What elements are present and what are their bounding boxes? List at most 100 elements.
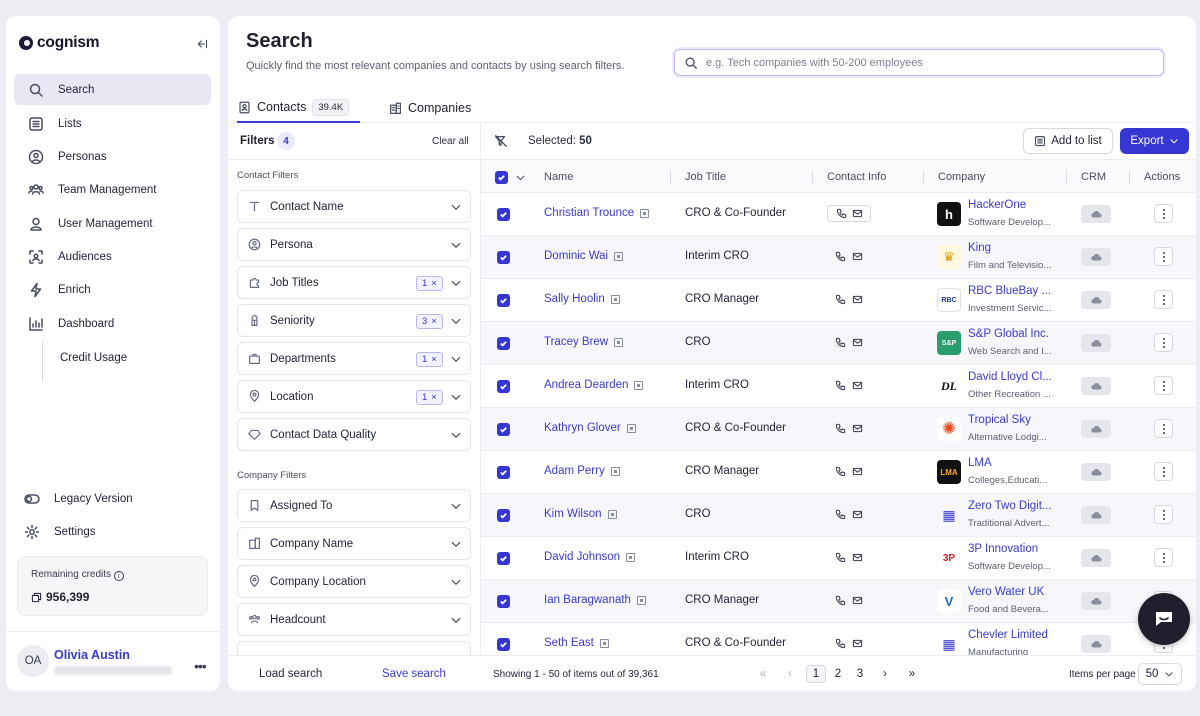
save-search-button[interactable]: Save search [382,668,446,680]
contact-name-link[interactable]: Ian Baragwanath [544,594,646,606]
more-options-icon[interactable]: ••• [194,658,207,674]
row-checkbox[interactable] [497,466,510,479]
phone-icon[interactable] [835,337,846,348]
items-per-page-select[interactable]: 50 [1138,663,1182,685]
sidebar-item-team-management[interactable]: Team Management [14,174,211,205]
sidebar-item-dashboard[interactable]: Dashboard [14,308,211,339]
row-actions-button[interactable] [1154,419,1173,438]
row-actions-button[interactable] [1154,204,1173,223]
phone-icon[interactable] [835,294,846,305]
sidebar-item-settings[interactable]: Settings [14,516,211,547]
phone-icon[interactable] [835,423,846,434]
crm-status-button[interactable] [1081,334,1111,352]
clear-all-button[interactable]: Clear all [432,136,469,147]
sidebar-item-audiences[interactable]: Audiences [14,241,211,272]
crm-status-button[interactable] [1081,506,1111,524]
linkedin-icon[interactable] [614,337,624,347]
row-checkbox[interactable] [497,638,510,651]
ai-search-bar[interactable] [674,49,1164,76]
filter-count-badge[interactable]: 1 × [416,390,443,405]
contact-name-link[interactable]: Christian Trounce [544,207,650,219]
prev-page-button[interactable]: ‹ [780,665,800,683]
table-row[interactable]: Ian Baragwanath CRO Manager V Vero Water UK… [481,580,1196,623]
clear-selection-icon[interactable] [494,134,508,148]
phone-icon[interactable] [835,638,846,649]
sidebar-item-lists[interactable]: Lists [14,108,211,139]
contact-name-link[interactable]: Seth East [544,637,609,649]
column-header-contact-info[interactable]: Contact Info [827,171,886,183]
row-actions-button[interactable] [1154,462,1173,481]
export-button[interactable]: Export [1120,128,1189,154]
linkedin-icon[interactable] [626,552,636,562]
crm-status-button[interactable] [1081,248,1111,266]
contact-name-link[interactable]: Kim Wilson [544,508,617,520]
tab-companies[interactable]: Companies [389,93,471,123]
table-row[interactable]: Andrea Dearden Interim CRO DL David Lloyd C… [481,365,1196,408]
company-name-link[interactable]: S&P Global Inc. [968,328,1049,340]
filter-job-titles[interactable]: Job Titles 1 × [237,266,471,299]
first-page-button[interactable]: « [753,665,773,683]
contact-name-link[interactable]: David Johnson [544,551,636,563]
email-icon[interactable] [852,380,863,391]
company-name-link[interactable]: King [968,242,991,254]
row-checkbox[interactable] [497,380,510,393]
remove-icon[interactable]: × [431,316,437,327]
sidebar-item-enrich[interactable]: Enrich [14,274,211,305]
add-to-list-button[interactable]: Add to list [1023,128,1113,154]
filter-assigned-to[interactable]: Assigned To [237,489,471,522]
contact-name-link[interactable]: Adam Perry [544,465,620,477]
table-row[interactable]: Kim Wilson CRO ▦ Zero Two Digit... Tradition… [481,494,1196,537]
email-icon[interactable] [852,552,863,563]
select-all-checkbox[interactable] [495,171,508,184]
contact-name-link[interactable]: Andrea Dearden [544,379,644,391]
sidebar-item-search[interactable]: Search [14,74,211,105]
email-icon[interactable] [852,595,863,606]
email-icon[interactable] [852,509,863,520]
row-actions-button[interactable] [1154,505,1173,524]
collapse-sidebar-icon[interactable] [196,38,208,50]
row-actions-button[interactable] [1154,548,1173,567]
filter-company-location[interactable]: Company Location [237,565,471,598]
table-row[interactable]: Adam Perry CRO Manager LMA LMA Colleges,Educ… [481,451,1196,494]
email-icon[interactable] [852,423,863,434]
linkedin-icon[interactable] [610,294,620,304]
remove-icon[interactable]: × [431,278,437,289]
company-name-link[interactable]: Tropical Sky [968,414,1031,426]
column-header-crm[interactable]: CRM [1081,171,1106,183]
linkedin-icon[interactable] [599,638,609,648]
filter-persona[interactable]: Persona [237,228,471,261]
email-icon[interactable] [852,251,863,262]
row-checkbox[interactable] [497,595,510,608]
tab-contacts[interactable]: Contacts 39.4K [237,93,360,123]
page-button[interactable]: 1 [806,665,826,683]
filter-count-badge[interactable]: 1 × [416,352,443,367]
row-checkbox[interactable] [497,294,510,307]
company-name-link[interactable]: Zero Two Digit... [968,500,1052,512]
column-header-name[interactable]: Name [544,171,573,183]
company-name-link[interactable]: HackerOne [968,199,1026,211]
sidebar-item-user-management[interactable]: User Management [14,208,211,239]
contact-name-link[interactable]: Sally Hoolin [544,293,620,305]
crm-status-button[interactable] [1081,635,1111,653]
table-row[interactable]: Kathryn Glover CRO & Co-Founder ✺ Tropical … [481,408,1196,451]
phone-icon[interactable] [835,552,846,563]
crm-status-button[interactable] [1081,592,1111,610]
phone-icon[interactable] [836,208,847,219]
row-checkbox[interactable] [497,552,510,565]
table-row[interactable]: Sally Hoolin CRO Manager RBC RBC BlueBay ..… [481,279,1196,322]
contact-name-link[interactable]: Kathryn Glover [544,422,636,434]
info-icon[interactable]: i [113,571,124,581]
table-row[interactable]: Tracey Brew CRO S&P S&P Global Inc. Web Sear… [481,322,1196,365]
filter-seniority[interactable]: Seniority 3 × [237,304,471,337]
chevron-down-icon[interactable] [515,172,526,183]
filter-departments[interactable]: Departments 1 × [237,342,471,375]
email-icon[interactable] [852,638,863,649]
company-name-link[interactable]: Chevler Limited [968,629,1048,641]
row-actions-button[interactable] [1154,376,1173,395]
company-name-link[interactable]: RBC BlueBay ... [968,285,1051,297]
user-profile[interactable]: OA Olivia Austin ••• [6,631,220,691]
email-icon[interactable] [852,466,863,477]
brand-logo[interactable]: cognism [19,34,100,52]
filter-contact-data-quality[interactable]: Contact Data Quality [237,418,471,451]
filter-company-name[interactable]: Company Name [237,527,471,560]
